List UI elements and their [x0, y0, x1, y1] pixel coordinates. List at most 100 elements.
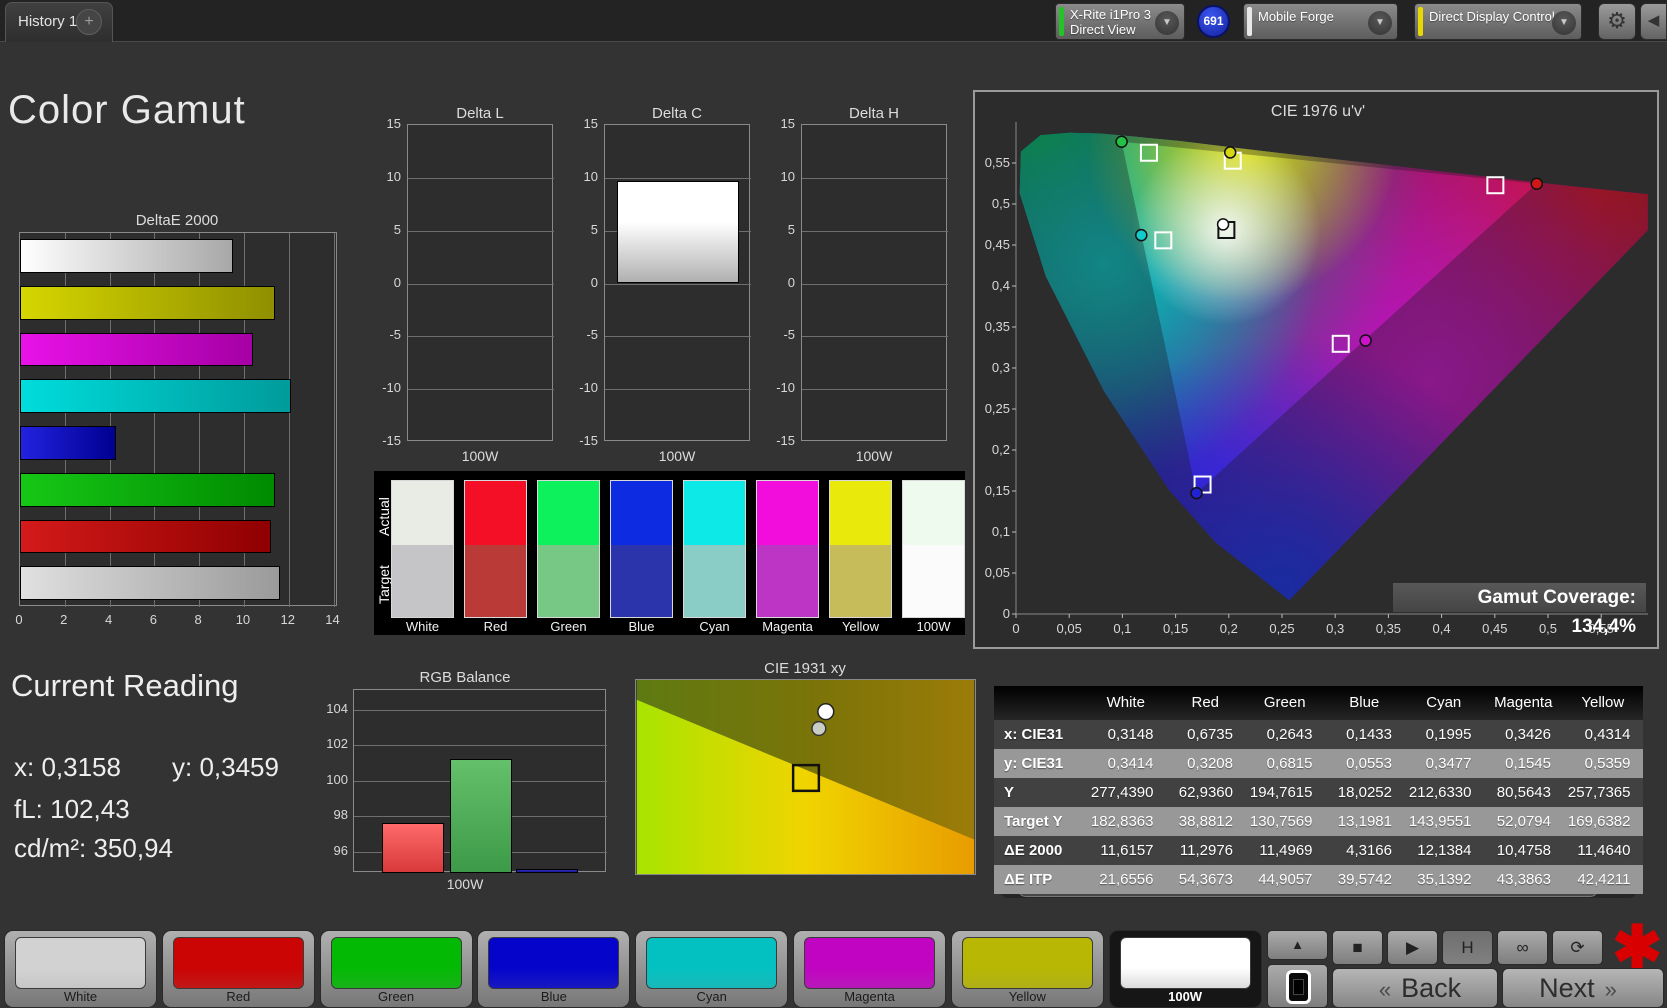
table-header-Red: Red: [1165, 686, 1245, 720]
refresh-icon: ⟳: [1570, 938, 1585, 957]
table-cell: 182,8363: [1086, 807, 1166, 836]
patch-button-white[interactable]: White: [4, 930, 157, 1008]
back-button[interactable]: «Back: [1332, 968, 1498, 1008]
delta-l-gridline: [408, 230, 554, 232]
table-cell: 0,3477: [1404, 749, 1484, 778]
rgb-y-tick-label: 100: [326, 771, 348, 787]
delta-c-y-tick: 0: [590, 274, 598, 290]
delta-h-title: Delta H: [848, 105, 900, 122]
table-row-label: ΔE ITP: [994, 865, 1086, 894]
actual-swatch-100w: [902, 480, 965, 545]
chevron-double-right-icon: »: [1604, 977, 1617, 1002]
display-control-dropdown[interactable]: Direct Display Control ▼: [1414, 3, 1582, 40]
delta-h-y-tick: 5: [787, 221, 795, 237]
meter-dropdown[interactable]: X-Rite i1Pro 3 Direct View ▼: [1055, 3, 1185, 40]
delta-h-y-tick: -15: [776, 433, 795, 448]
delta-l-y-tick: 15: [386, 116, 401, 131]
target-swatch-blue: [610, 545, 673, 618]
patch-swatch: [488, 937, 620, 989]
table-cell: 39,5742: [1324, 865, 1404, 894]
cie1931-diagram: [635, 679, 976, 875]
delta-l-gridline: [408, 177, 554, 179]
rgb-bar-red: [382, 823, 444, 873]
window-pattern-icon: [1286, 970, 1311, 1004]
patch-button-red[interactable]: Red: [161, 930, 315, 1008]
swatch-column-label: Green: [550, 619, 587, 634]
loop-infinite-button[interactable]: ∞: [1497, 930, 1548, 965]
patch-button-yellow[interactable]: Yellow: [950, 930, 1104, 1008]
stop-button[interactable]: ■: [1332, 930, 1383, 965]
swatch-column-label: Yellow: [841, 619, 880, 634]
refresh-button[interactable]: ⟳: [1552, 930, 1603, 965]
step-button[interactable]: H: [1442, 930, 1493, 965]
delta-l-y-tick: -5: [389, 327, 401, 343]
delta-c-y-tick: -15: [579, 433, 598, 448]
table-header-Blue: Blue: [1324, 686, 1404, 720]
pattern-source-dropdown[interactable]: Mobile Forge ▼: [1243, 3, 1398, 40]
collapse-panel-button[interactable]: ◀: [1640, 3, 1667, 40]
next-button[interactable]: Next»: [1502, 968, 1664, 1008]
delta-c-y-tick: 5: [590, 221, 598, 237]
gamut-coverage-label: Gamut Coverage:: [1477, 587, 1636, 608]
cie1931-chart-title: CIE 1931 xy: [764, 660, 846, 677]
delta-h-gridline: [802, 336, 948, 338]
patch-button-cyan[interactable]: Cyan: [635, 930, 789, 1008]
cie1976-diagram: [1012, 122, 1648, 618]
swatch-column-label: Magenta: [762, 619, 813, 634]
reading-y-label: y:: [172, 752, 200, 782]
delta-c-gridline: [605, 389, 751, 391]
play-icon: ▶: [1405, 938, 1420, 957]
cie1976-y-tick-label: 0,3: [991, 360, 1010, 375]
reading-x-label: x:: [14, 752, 42, 782]
slide-up-button[interactable]: ▲: [1267, 930, 1328, 960]
patch-button-green[interactable]: Green: [319, 930, 473, 1008]
delta-l-y-tick: 5: [393, 221, 401, 237]
table-cell: 257,7365: [1563, 778, 1643, 807]
patch-button-label: Blue: [540, 989, 567, 1004]
cie1976-y-tick-label: 0,45: [984, 237, 1010, 252]
table-header-Magenta: Magenta: [1483, 686, 1563, 720]
delta-l-y-tick: 10: [386, 168, 401, 184]
table-header-Green: Green: [1245, 686, 1325, 720]
rgb-balance-chart-title: RGB Balance: [419, 669, 511, 686]
measurement-table: ◀ ▶ WhiteRedGreenBlueCyanMagentaYellowx:…: [994, 686, 1643, 899]
patch-button-magenta[interactable]: Magenta: [793, 930, 946, 1008]
delta-l-y-tick: -10: [382, 380, 401, 396]
add-tab-button[interactable]: +: [76, 9, 102, 35]
deltae-bar-green: [20, 472, 276, 507]
rgb-y-tick-label: 104: [326, 700, 348, 716]
table-cell: 12,1384: [1404, 836, 1484, 865]
patch-button-label: Yellow: [1008, 989, 1046, 1004]
cie1976-y-tick-label: 0,4: [991, 278, 1010, 293]
table-cell: 0,1545: [1483, 749, 1563, 778]
actual-row-label: Actual: [376, 497, 392, 537]
delta-c-gridline: [605, 177, 751, 179]
patch-button-blue[interactable]: Blue: [477, 930, 631, 1008]
delta-h-chart: [801, 124, 948, 441]
table-cell: 13,1981: [1324, 807, 1404, 836]
measured-marker-green: [1115, 135, 1128, 149]
deltae-bar-100w: [20, 566, 280, 600]
rgb-bar-green: [450, 759, 512, 873]
actual-swatch-white: [391, 480, 454, 545]
window-pattern-button[interactable]: [1267, 964, 1328, 1008]
table-cell: 0,3426: [1483, 720, 1563, 749]
settings-button[interactable]: ⚙: [1598, 3, 1636, 40]
table-cell: 194,7615: [1245, 778, 1325, 807]
patch-button-label: Red: [226, 989, 251, 1004]
table-cell: 0,3148: [1086, 720, 1166, 749]
measured-marker-yellow: [1223, 146, 1237, 159]
actual-swatch-green: [537, 480, 600, 545]
table-cell: 0,4314: [1563, 720, 1643, 749]
meter-count-badge[interactable]: 691: [1197, 5, 1230, 38]
patch-swatch: [646, 937, 778, 989]
pattern-source-label: Mobile Forge: [1258, 9, 1334, 24]
cie1976-y-tick-label: 0,1: [991, 524, 1010, 539]
swatch-column-label: Blue: [628, 619, 655, 634]
play-button[interactable]: ▶: [1387, 930, 1438, 965]
reading-fl-label: fL:: [14, 794, 51, 824]
delta-h-x-label: 100W: [855, 448, 893, 464]
patch-button-100w[interactable]: 100W: [1108, 930, 1262, 1008]
chevron-left-icon: ◀: [1647, 12, 1660, 29]
table-cell: 277,4390: [1086, 778, 1166, 807]
